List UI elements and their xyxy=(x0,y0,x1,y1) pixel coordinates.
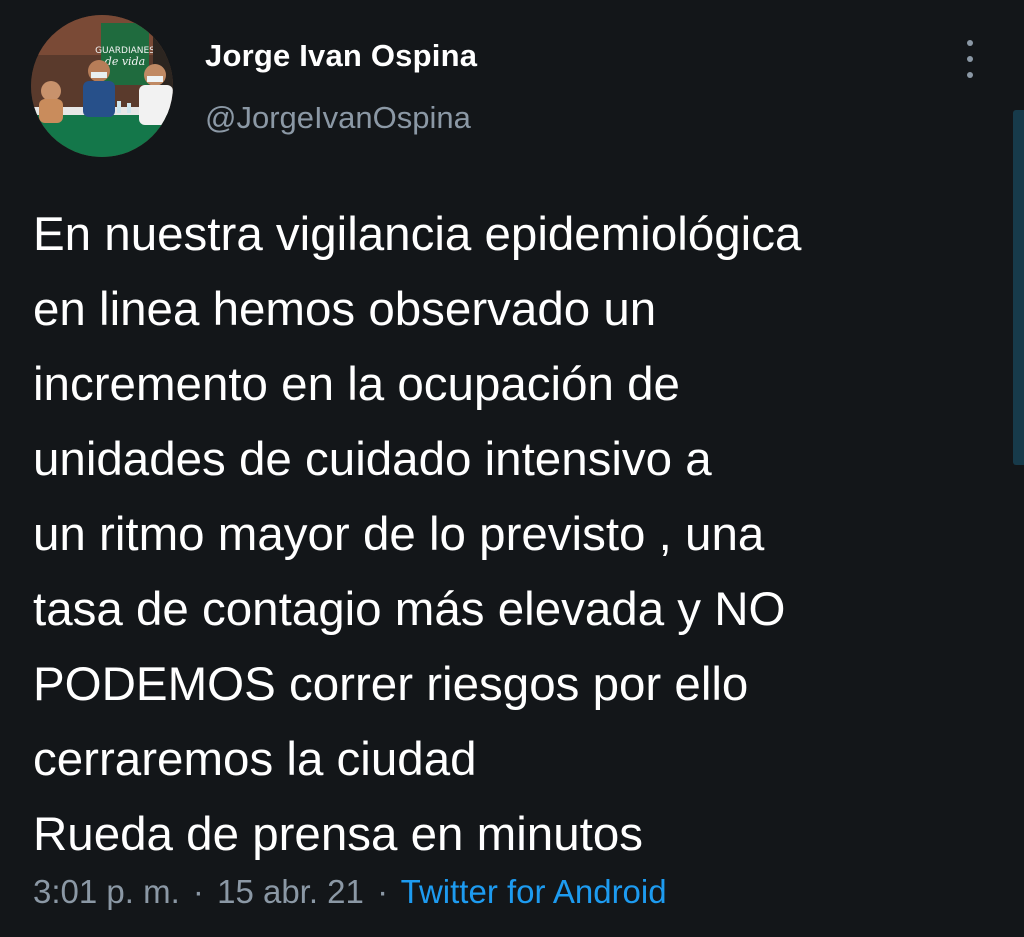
tweet-date[interactable]: 15 abr. 21 xyxy=(217,873,364,910)
tweet-text-line: cerraremos la ciudad xyxy=(33,733,477,786)
author-handle[interactable]: @JorgeIvanOspina xyxy=(205,100,471,136)
tweet-text-line: unidades de cuidado intensivo a xyxy=(33,433,712,486)
tweet-text-line: en linea hemos observado un xyxy=(33,283,657,336)
avatar[interactable]: GUARDIANES de vida xyxy=(31,15,173,157)
tweet-source-link[interactable]: Twitter for Android xyxy=(401,873,667,910)
tweet-text-line: En nuestra vigilancia epidemiológica xyxy=(33,208,802,261)
tweet-time[interactable]: 3:01 p. m. xyxy=(33,873,180,910)
more-dot xyxy=(967,72,973,78)
more-dot xyxy=(967,56,973,62)
more-options-icon[interactable] xyxy=(958,40,982,78)
tweet-meta: 3:01 p. m. · 15 abr. 21 · Twitter for An… xyxy=(33,873,667,911)
tweet-text-line: incremento en la ocupación de xyxy=(33,358,680,411)
tweet-text-line: PODEMOS correr riesgos por ello xyxy=(33,658,749,711)
tweet-text-line: un ritmo mayor de lo previsto , una xyxy=(33,508,765,561)
tweet-text-line: Rueda de prensa en minutos xyxy=(33,808,643,861)
svg-text:de vida: de vida xyxy=(105,55,145,68)
avatar-photo: GUARDIANES de vida xyxy=(31,15,173,157)
tweet-text-line: tasa de contagio más elevada y NO xyxy=(33,583,786,636)
meta-separator: · xyxy=(377,873,389,910)
tweet-card: GUARDIANES de vida Jorge Ivan Ospina @Jo… xyxy=(0,0,1024,937)
author-name[interactable]: Jorge Ivan Ospina xyxy=(205,38,477,74)
more-dot xyxy=(967,40,973,46)
scrollbar[interactable] xyxy=(1013,110,1024,465)
meta-separator: · xyxy=(192,873,204,910)
tweet-text: En nuestra vigilancia epidemiológica en … xyxy=(33,197,1008,872)
